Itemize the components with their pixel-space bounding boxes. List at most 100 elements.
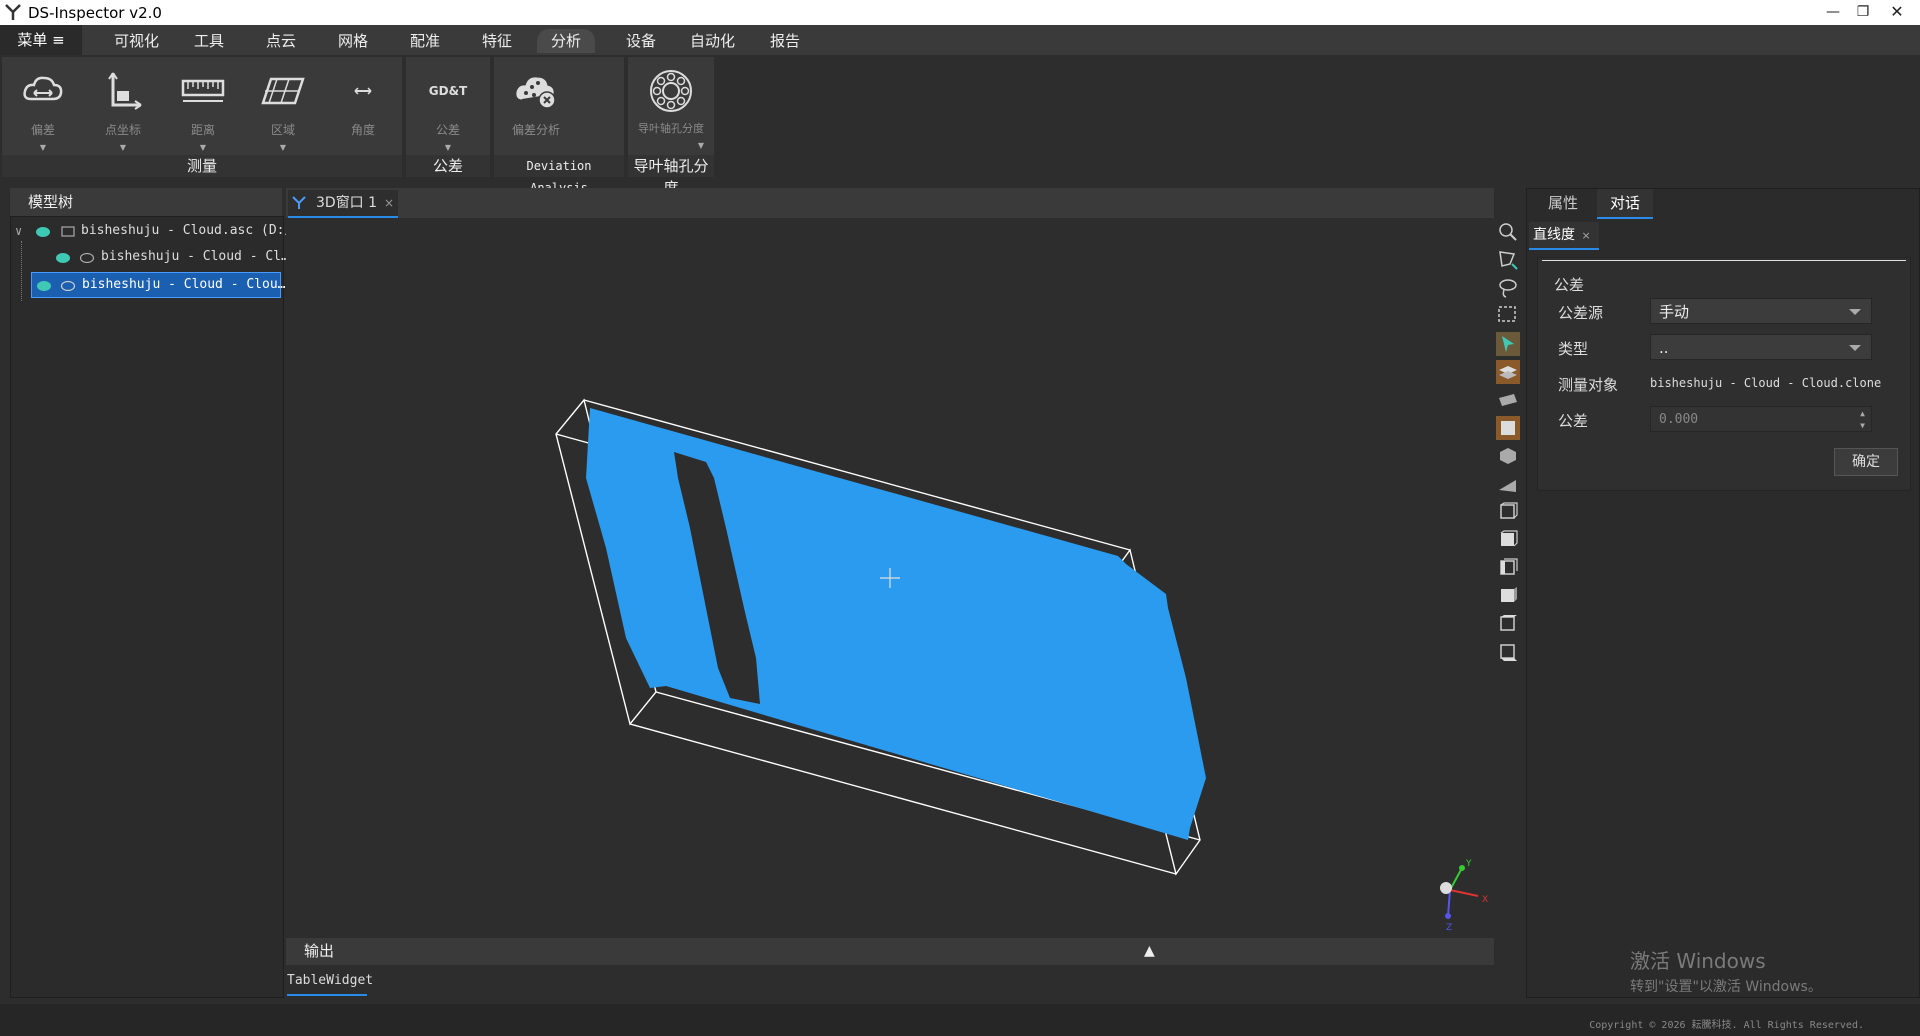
view-front-icon[interactable] — [1496, 500, 1520, 524]
dropdown-arrow-icon: ▼ — [199, 143, 207, 152]
menu-item-automation[interactable]: 自动化 — [686, 29, 739, 53]
main-menu-button[interactable]: 菜单 ≡ — [0, 25, 82, 55]
status-bar: Copyright © 2026 耘騰科技. All Rights Reserv… — [0, 1004, 1920, 1036]
deviation-button[interactable]: 偏差 ▼ — [8, 63, 78, 152]
distance-label: 距离 — [190, 123, 215, 137]
type-select[interactable]: .. — [1650, 334, 1872, 360]
menu-item-analysis[interactable]: 分析 — [537, 29, 596, 53]
ribbon-group-deviation-analysis-label: Deviation Analysis — [494, 155, 624, 195]
ribbon-group-tolerance-label: 公差 — [406, 155, 490, 177]
distance-button[interactable]: 距离 ▼ — [168, 63, 238, 152]
view-toolbar — [1496, 216, 1520, 676]
deviation-analysis-icon — [516, 77, 556, 109]
guide-vane-index-button[interactable]: 导叶轴孔分度 ▼ — [636, 63, 706, 150]
view-left-icon[interactable] — [1496, 556, 1520, 580]
tab-table-widget[interactable]: TableWidget — [287, 968, 373, 996]
model-tree: ∨ bisheshuju - Cloud.asc (D:/) bisheshuj… — [10, 216, 300, 998]
polygon-select-icon[interactable] — [1496, 248, 1520, 272]
close-icon[interactable]: × — [384, 190, 394, 216]
output-panel-header[interactable]: 输出 ▲ — [286, 938, 1494, 965]
ribbon-group-tolerance: GD&T 公差 ▼ 公差 — [406, 57, 490, 177]
tab-properties[interactable]: 属性 — [1535, 189, 1591, 217]
axis-x-label: X — [1482, 895, 1488, 905]
measure-target-label: 测量对象 — [1558, 376, 1619, 394]
tolerance-button[interactable]: GD&T 公差 ▼ — [413, 63, 483, 152]
point-coordinate-button[interactable]: 点坐标 ▼ — [88, 63, 158, 152]
bearing-icon — [650, 70, 692, 112]
ribbon: 偏差 ▼ 点坐标 ▼ 距离 ▼ 区域 ▼ 角度 测量 GD&T 公差 ▼ 公差 … — [0, 55, 1920, 197]
layer-icon[interactable] — [1496, 360, 1520, 384]
deviation-analysis-button[interactable]: 偏差分析 — [496, 63, 576, 149]
tree-item-child[interactable]: bisheshuju - Cloud - Cl… — [11, 241, 289, 301]
right-panel: 属性 对话 直线度 × 公差 公差源 手动 类型 .. 测量对象 bishesh… — [1526, 188, 1920, 998]
view-right-icon[interactable] — [1496, 584, 1520, 608]
app-logo-icon — [292, 196, 306, 209]
spin-down-icon[interactable]: ▼ — [1860, 413, 1865, 439]
tab-straightness[interactable]: 直线度 × — [1529, 222, 1599, 250]
tree-guide-line — [21, 241, 23, 301]
menu-item-feature[interactable]: 特征 — [478, 29, 516, 53]
perspective-icon[interactable] — [1496, 472, 1520, 496]
tolerance-form: 公差 公差源 手动 类型 .. 测量对象 bisheshuju - Cloud … — [1537, 257, 1911, 491]
menu-item-pointcloud[interactable]: 点云 — [262, 29, 300, 53]
menu-item-registration[interactable]: 配准 — [406, 29, 444, 53]
area-icon — [261, 77, 305, 105]
close-icon[interactable]: ✕ — [1886, 2, 1908, 22]
point-coordinate-label: 点坐标 — [104, 123, 141, 137]
cloud-icon — [36, 227, 50, 237]
tree-item-label: bisheshuju - Cloud - Cl… — [101, 249, 289, 264]
tolerance-source-select[interactable]: 手动 — [1650, 298, 1872, 324]
tree-item-root[interactable]: ∨ bisheshuju - Cloud.asc (D:/) — [11, 219, 300, 243]
area-button[interactable]: 区域 ▼ — [248, 63, 318, 152]
ribbon-group-guide-vane-label: 导叶轴孔分度 — [628, 155, 714, 197]
tab-dialog[interactable]: 对话 — [1597, 189, 1653, 219]
3d-viewport[interactable]: Y X Z — [286, 218, 1494, 938]
box-icon[interactable] — [1496, 416, 1520, 440]
cube-front-icon[interactable] — [1496, 444, 1520, 468]
view-top-icon[interactable] — [1496, 612, 1520, 636]
ribbon-group-measure: 偏差 ▼ 点坐标 ▼ 距离 ▼ 区域 ▼ 角度 测量 — [2, 57, 402, 177]
menu-item-report[interactable]: 报告 — [766, 29, 804, 53]
tolerance-label: 公差 — [1558, 412, 1589, 430]
tab-3d-window[interactable]: 3D窗口 1 × — [288, 190, 398, 218]
type-value: .. — [1659, 339, 1669, 357]
plane-icon[interactable] — [1496, 388, 1520, 412]
angle-button[interactable]: 角度 — [328, 63, 398, 149]
angle-icon — [354, 87, 372, 95]
view-back-icon[interactable] — [1496, 528, 1520, 552]
app-logo-icon — [5, 4, 21, 20]
dropdown-arrow-icon: ▼ — [119, 143, 127, 152]
model-tree-title: 模型树 — [28, 193, 74, 211]
cloud-outline-icon — [60, 280, 76, 291]
zoom-select-icon[interactable] — [1496, 220, 1520, 244]
view-bottom-icon[interactable] — [1496, 640, 1520, 664]
tree-item-selected[interactable]: bisheshuju - Cloud - Clou… — [31, 272, 286, 298]
menu-item-visualize[interactable]: 可视化 — [110, 29, 163, 53]
tree-item-label: bisheshuju - Cloud - Clou… — [82, 277, 286, 292]
3d-scene[interactable]: Y X Z — [286, 218, 1494, 938]
menu-item-device[interactable]: 设备 — [622, 29, 660, 53]
menu-item-mesh[interactable]: 网格 — [334, 29, 372, 53]
menu-item-tools[interactable]: 工具 — [190, 29, 228, 53]
ribbon-group-guide-vane: 导叶轴孔分度 ▼ 导叶轴孔分度 — [628, 57, 714, 197]
axis-z-label: Z — [1446, 923, 1452, 933]
cloud-deviation-icon — [23, 76, 63, 101]
area-label: 区域 — [270, 123, 295, 137]
expand-chevron-icon[interactable]: ∨ — [15, 219, 22, 243]
dropdown-arrow-icon: ▼ — [39, 143, 47, 152]
tolerance-spinbox[interactable]: 0.000 ▲ ▼ — [1650, 406, 1872, 432]
expand-up-icon[interactable]: ▲ — [1144, 938, 1155, 965]
restore-icon[interactable]: ❐ — [1852, 2, 1874, 22]
confirm-button[interactable]: 确定 — [1834, 448, 1898, 476]
section-divider — [1542, 260, 1906, 261]
output-title: 输出 — [304, 942, 335, 960]
lasso-select-icon[interactable] — [1496, 276, 1520, 300]
close-icon[interactable]: × — [1581, 229, 1590, 242]
activation-watermark: 激活 Windows 转到"设置"以激活 Windows。 — [1630, 945, 1822, 996]
copyright-text: Copyright © 2026 耘騰科技. All Rights Reserv… — [1589, 1020, 1864, 1031]
window-title: DS-Inspector v2.0 — [28, 4, 162, 22]
rect-select-icon[interactable] — [1496, 304, 1520, 328]
deviation-label: 偏差 — [30, 123, 55, 137]
minimize-icon[interactable]: — — [1822, 2, 1844, 22]
pointer-icon[interactable] — [1496, 332, 1520, 356]
